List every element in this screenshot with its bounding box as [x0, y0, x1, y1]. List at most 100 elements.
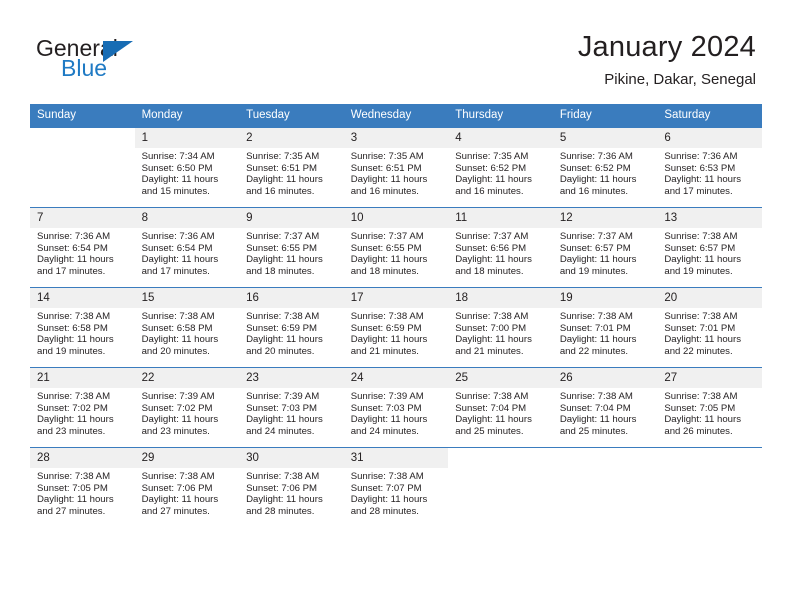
daylight-text-line2: and 22 minutes. [664, 345, 733, 357]
daylight-text-line1: Daylight: 11 hours [141, 494, 219, 506]
calendar-grid: Sunday Monday Tuesday Wednesday Thursday… [30, 104, 762, 527]
sunrise-text: Sunrise: 7:38 AM [350, 311, 424, 322]
day-cell[interactable]: 14 Sunrise: 7:38 AM Sunset: 6:58 PM Dayligh… [30, 287, 135, 368]
sunrise-text: Sunrise: 7:38 AM [664, 231, 738, 242]
daylight-text-line2: and 23 minutes. [37, 425, 106, 437]
day-number: 2 [239, 128, 344, 148]
day-cell[interactable]: 17 Sunrise: 7:38 AM Sunset: 6:59 PM Dayligh… [343, 287, 449, 368]
daylight-text-line2: and 17 minutes. [141, 265, 210, 277]
daylight-text-line1: Daylight: 11 hours [141, 174, 219, 186]
day-cell[interactable] [552, 447, 658, 527]
sunset-text: Sunset: 7:00 PM [455, 322, 527, 334]
day-number: 23 [239, 368, 344, 388]
day-number: 26 [552, 368, 658, 388]
day-cell[interactable] [30, 127, 135, 208]
sunrise-text: Sunrise: 7:38 AM [141, 311, 215, 322]
day-cell[interactable] [657, 447, 762, 527]
daylight-text-line2: and 21 minutes. [455, 345, 524, 357]
daylight-text-line2: and 16 minutes. [350, 185, 419, 197]
daylight-text-line2: and 28 minutes. [246, 505, 315, 517]
daylight-text-line2: and 18 minutes. [455, 265, 524, 277]
sunrise-text: Sunrise: 7:38 AM [37, 391, 111, 402]
day-cell[interactable]: 24 Sunrise: 7:39 AM Sunset: 7:03 PM Dayligh… [343, 367, 449, 448]
day-cell[interactable]: 25 Sunrise: 7:38 AM Sunset: 7:04 PM Dayligh… [448, 367, 553, 448]
page-subtitle: Pikine, Dakar, Senegal [604, 71, 756, 88]
daylight-text-line1: Daylight: 11 hours [664, 254, 741, 266]
day-details: Sunrise: 7:34 AM Sunset: 6:50 PM Daylight:… [135, 148, 240, 197]
weekday-header-saturday: Saturday [657, 104, 762, 128]
daylight-text-line2: and 24 minutes. [350, 425, 419, 437]
day-cell[interactable]: 5 Sunrise: 7:36 AM Sunset: 6:52 PM Daylight… [552, 127, 658, 208]
day-cell[interactable] [448, 447, 553, 527]
day-number: 9 [239, 208, 344, 228]
sunrise-text: Sunrise: 7:38 AM [350, 471, 424, 482]
day-cell[interactable]: 7 Sunrise: 7:36 AM Sunset: 6:54 PM Daylight… [30, 207, 135, 288]
day-cell[interactable]: 4 Sunrise: 7:35 AM Sunset: 6:52 PM Daylight… [448, 127, 553, 208]
daylight-text-line2: and 22 minutes. [559, 345, 629, 357]
day-cell[interactable]: 18 Sunrise: 7:38 AM Sunset: 7:00 PM Dayligh… [448, 287, 553, 368]
day-cell[interactable]: 1 Sunrise: 7:34 AM Sunset: 6:50 PM Daylight… [134, 127, 240, 208]
daylight-text-line1: Daylight: 11 hours [350, 494, 428, 506]
day-details: Sunrise: 7:37 AM Sunset: 6:55 PM Daylight:… [239, 228, 344, 277]
day-cell[interactable]: 30 Sunrise: 7:38 AM Sunset: 7:06 PM Dayligh… [239, 447, 344, 527]
day-cell[interactable]: 31 Sunrise: 7:38 AM Sunset: 7:07 PM Dayligh… [343, 447, 449, 527]
day-number: 21 [30, 368, 135, 388]
day-number [553, 448, 658, 468]
day-cell[interactable]: 6 Sunrise: 7:36 AM Sunset: 6:53 PM Daylight… [657, 127, 762, 208]
day-cell[interactable]: 13 Sunrise: 7:38 AM Sunset: 6:57 PM Dayligh… [657, 207, 762, 288]
page-title: January 2024 [577, 31, 756, 63]
day-cell[interactable]: 28 Sunrise: 7:38 AM Sunset: 7:05 PM Dayligh… [30, 447, 135, 527]
day-cell[interactable]: 3 Sunrise: 7:35 AM Sunset: 6:51 PM Daylight… [343, 127, 449, 208]
day-cell[interactable]: 12 Sunrise: 7:37 AM Sunset: 6:57 PM Dayligh… [552, 207, 658, 288]
day-cell[interactable]: 11 Sunrise: 7:37 AM Sunset: 6:56 PM Dayligh… [448, 207, 553, 288]
day-cell[interactable]: 8 Sunrise: 7:36 AM Sunset: 6:54 PM Daylight… [134, 207, 240, 288]
day-cell[interactable]: 10 Sunrise: 7:37 AM Sunset: 6:55 PM Dayligh… [343, 207, 449, 288]
sunset-text: Sunset: 7:01 PM [664, 322, 736, 334]
sunset-text: Sunset: 6:50 PM [141, 162, 213, 174]
day-cell[interactable]: 2 Sunrise: 7:35 AM Sunset: 6:51 PM Daylight… [239, 127, 344, 208]
calendar-body: 1 Sunrise: 7:34 AM Sunset: 6:50 PM Daylight… [30, 127, 762, 527]
day-cell[interactable]: 23 Sunrise: 7:39 AM Sunset: 7:03 PM Dayligh… [239, 367, 344, 448]
day-cell[interactable]: 9 Sunrise: 7:37 AM Sunset: 6:55 PM Daylight… [239, 207, 344, 288]
day-cell[interactable]: 16 Sunrise: 7:38 AM Sunset: 6:59 PM Dayligh… [239, 287, 344, 368]
sunrise-text: Sunrise: 7:39 AM [350, 391, 424, 402]
day-cell[interactable]: 15 Sunrise: 7:38 AM Sunset: 6:58 PM Dayligh… [134, 287, 240, 368]
day-number: 17 [343, 288, 449, 308]
daylight-text-line2: and 16 minutes. [559, 185, 629, 197]
daylight-text-line2: and 21 minutes. [350, 345, 419, 357]
day-details: Sunrise: 7:38 AM Sunset: 6:59 PM Daylight:… [344, 308, 449, 357]
daylight-text-line2: and 17 minutes. [37, 265, 106, 277]
day-cell[interactable]: 29 Sunrise: 7:38 AM Sunset: 7:06 PM Dayligh… [134, 447, 240, 527]
day-details: Sunrise: 7:36 AM Sunset: 6:52 PM Daylight:… [553, 148, 658, 197]
day-cell[interactable]: 19 Sunrise: 7:38 AM Sunset: 7:01 PM Dayligh… [552, 287, 658, 368]
calendar-week-row: 14 Sunrise: 7:38 AM Sunset: 6:58 PM Dayligh… [30, 287, 762, 368]
day-cell[interactable]: 20 Sunrise: 7:38 AM Sunset: 7:01 PM Dayligh… [657, 287, 762, 368]
daylight-text-line2: and 19 minutes. [559, 265, 629, 277]
day-details [553, 468, 658, 471]
daylight-text-line2: and 18 minutes. [350, 265, 419, 277]
sunset-text: Sunset: 6:52 PM [559, 162, 631, 174]
daylight-text-line1: Daylight: 11 hours [455, 414, 532, 426]
daylight-text-line1: Daylight: 11 hours [141, 254, 219, 266]
sunset-text: Sunset: 6:51 PM [246, 162, 318, 174]
sunset-text: Sunset: 7:06 PM [246, 482, 318, 494]
day-number: 6 [657, 128, 762, 148]
sunset-text: Sunset: 6:58 PM [141, 322, 213, 334]
day-cell[interactable]: 26 Sunrise: 7:38 AM Sunset: 7:04 PM Dayligh… [552, 367, 658, 448]
daylight-text-line1: Daylight: 11 hours [141, 414, 219, 426]
day-details [448, 468, 553, 471]
sunrise-text: Sunrise: 7:38 AM [141, 471, 215, 482]
sunrise-text: Sunrise: 7:36 AM [559, 151, 633, 162]
sunset-text: Sunset: 7:05 PM [37, 482, 108, 494]
general-blue-logo[interactable]: General Blue [36, 36, 256, 86]
day-cell[interactable]: 27 Sunrise: 7:38 AM Sunset: 7:05 PM Dayligh… [657, 367, 762, 448]
day-cell[interactable]: 21 Sunrise: 7:38 AM Sunset: 7:02 PM Dayligh… [30, 367, 135, 448]
day-details: Sunrise: 7:38 AM Sunset: 7:00 PM Daylight:… [448, 308, 553, 357]
daylight-text-line2: and 19 minutes. [664, 265, 733, 277]
day-cell[interactable]: 22 Sunrise: 7:39 AM Sunset: 7:02 PM Dayligh… [134, 367, 240, 448]
sunrise-text: Sunrise: 7:36 AM [141, 231, 215, 242]
day-number: 31 [343, 448, 449, 468]
daylight-text-line1: Daylight: 11 hours [664, 414, 741, 426]
day-details [657, 468, 762, 471]
day-number: 28 [30, 448, 135, 468]
